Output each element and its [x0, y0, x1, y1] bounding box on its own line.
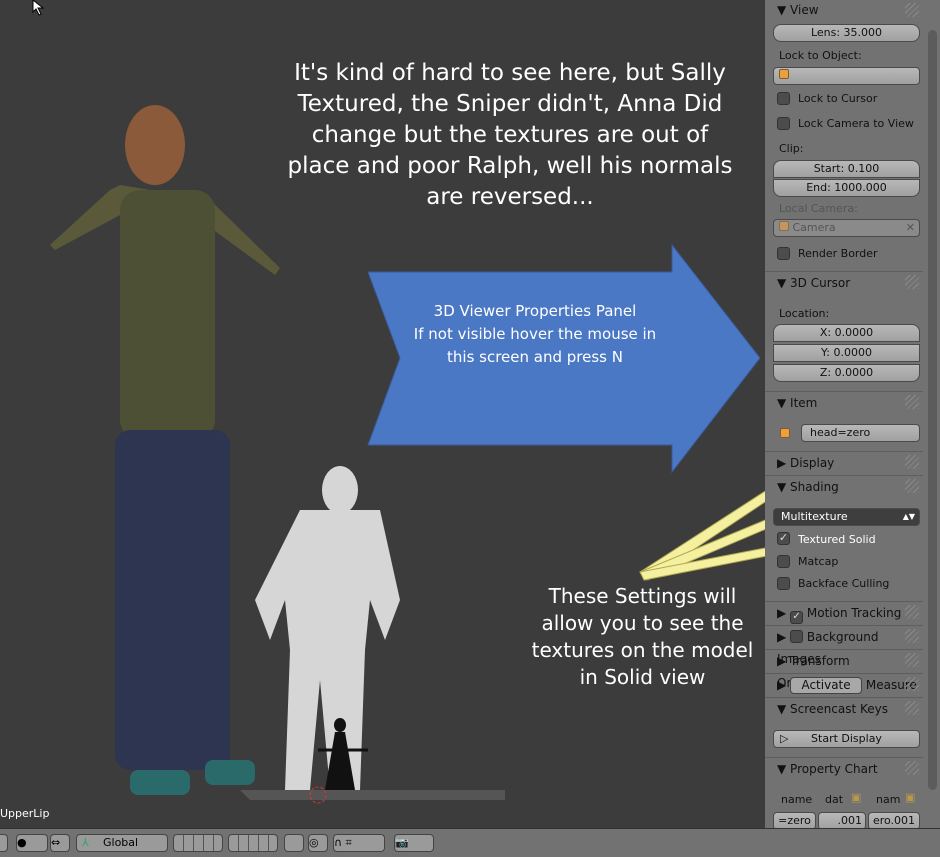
lens-field[interactable]: Lens: 35.000 [773, 24, 920, 42]
clip-end-field[interactable]: End: 1000.000 [773, 179, 920, 197]
item-cube-icon [780, 428, 790, 438]
lock-to-cursor-label: Lock to Cursor [798, 92, 878, 105]
play-icon: ▷ [780, 732, 789, 745]
render-icon[interactable]: 📷 [394, 834, 434, 852]
proportional-edit-icon[interactable]: ◎ [308, 834, 328, 852]
layers-grid-2[interactable] [228, 834, 278, 852]
clear-icon[interactable]: ✕ [906, 220, 915, 236]
textured-solid-checkbox[interactable]: ✓ [777, 532, 790, 545]
measure-header[interactable]: ▶ Activate Measure [765, 673, 923, 697]
shading-header[interactable]: ▼ Shading [765, 475, 923, 499]
ground-plane [240, 790, 505, 800]
properties-panel: ▼ View Lens: 35.000 Lock to Object: Lock… [765, 0, 940, 830]
cursor-y-field[interactable]: Y: 0.0000 [773, 344, 920, 362]
shading-mode-select[interactable]: Multitexture ▲▼ [773, 508, 920, 526]
item-header[interactable]: ▼ Item [765, 391, 923, 415]
local-camera-field[interactable]: Camera ✕ [773, 219, 920, 237]
camera-value: Camera [792, 221, 836, 234]
active-object-label: UpperLip [0, 807, 50, 820]
view-header[interactable]: ▼ View [765, 0, 923, 22]
copy-icon[interactable]: ▣ [905, 791, 915, 804]
orientation-select[interactable]: ⅄ Global [76, 834, 168, 852]
panel-scrollbar[interactable] [928, 30, 937, 790]
lock-object-field[interactable] [773, 67, 920, 85]
render-border-label: Render Border [798, 247, 878, 260]
motion-tracking-header[interactable]: ▶ ✓ Motion Tracking [765, 601, 923, 625]
camera-cube-icon [779, 221, 789, 231]
3d-viewport[interactable]: It's kind of hard to see here, but Sally… [0, 0, 765, 828]
layers-grid-1[interactable] [173, 834, 223, 852]
clip-start-field[interactable]: Start: 0.100 [773, 160, 920, 178]
location-label: Location: [779, 307, 830, 320]
screencast-keys-header[interactable]: ▼ Screencast Keys [765, 697, 923, 721]
lock-camera-label: Lock Camera to View [798, 117, 914, 130]
lock-to-object-label: Lock to Object: [779, 49, 862, 62]
view-header-label: View [790, 3, 819, 17]
cursor-z-field[interactable]: Z: 0.0000 [773, 364, 920, 382]
arrow-annotation: 3D Viewer Properties Panel If not visibl… [413, 302, 657, 366]
lock-to-cursor-checkbox[interactable] [777, 92, 790, 105]
textured-solid-label: Textured Solid [798, 533, 876, 546]
property-chart-header[interactable]: ▼ Property Chart [765, 757, 923, 781]
annotation-top: It's kind of hard to see here, but Sally… [287, 60, 733, 210]
render-border-checkbox[interactable] [777, 247, 790, 260]
pivot-select[interactable]: ● [16, 834, 48, 852]
chart-col-nam: nam [876, 793, 901, 806]
lock-layers-icon[interactable] [284, 834, 304, 852]
axis-icon: ⅄ [82, 836, 89, 849]
copy-icon[interactable]: ▣ [851, 791, 861, 804]
snap-icon[interactable]: ∩ ⌗ [333, 834, 385, 852]
manipulator-toggle[interactable]: ⇔ [50, 834, 70, 852]
backface-culling-checkbox[interactable] [777, 577, 790, 590]
activate-button[interactable]: Activate [790, 677, 863, 694]
mouse-cursor-icon [32, 0, 45, 16]
sally-figure [50, 105, 280, 795]
ralph-figure [255, 466, 400, 790]
transform-orientations-header[interactable]: ▶ Transform Orientations [765, 649, 923, 690]
clip-label: Clip: [779, 142, 804, 155]
chart-col-name: name [781, 793, 813, 806]
annotation-bottom: These Settings will allow you to see the… [531, 584, 754, 689]
mode-select[interactable] [0, 834, 8, 852]
select-arrows-icon: ▲▼ [902, 512, 915, 521]
cursor-x-field[interactable]: X: 0.0000 [773, 324, 920, 342]
3d-cursor-header[interactable]: ▼ 3D Cursor [765, 271, 923, 295]
chart-col-dat: dat [825, 793, 844, 806]
object-cube-icon [779, 69, 789, 79]
background-images-header[interactable]: ▶ Background Images [765, 625, 923, 666]
display-header[interactable]: ▶ Display [765, 451, 923, 475]
matcap-checkbox[interactable] [777, 555, 790, 568]
lock-camera-checkbox[interactable] [777, 117, 790, 130]
viewport-header-bar: ● ⇔ ⅄ Global ◎ ∩ ⌗ 📷 [0, 828, 940, 857]
item-name-field[interactable]: head=zero [801, 424, 920, 442]
matcap-label: Matcap [798, 555, 839, 568]
backface-culling-label: Backface Culling [798, 577, 890, 590]
start-display-button[interactable]: ▷ Start Display [773, 730, 920, 748]
local-camera-label: Local Camera: [779, 202, 858, 215]
highlight-arrows [639, 490, 765, 581]
